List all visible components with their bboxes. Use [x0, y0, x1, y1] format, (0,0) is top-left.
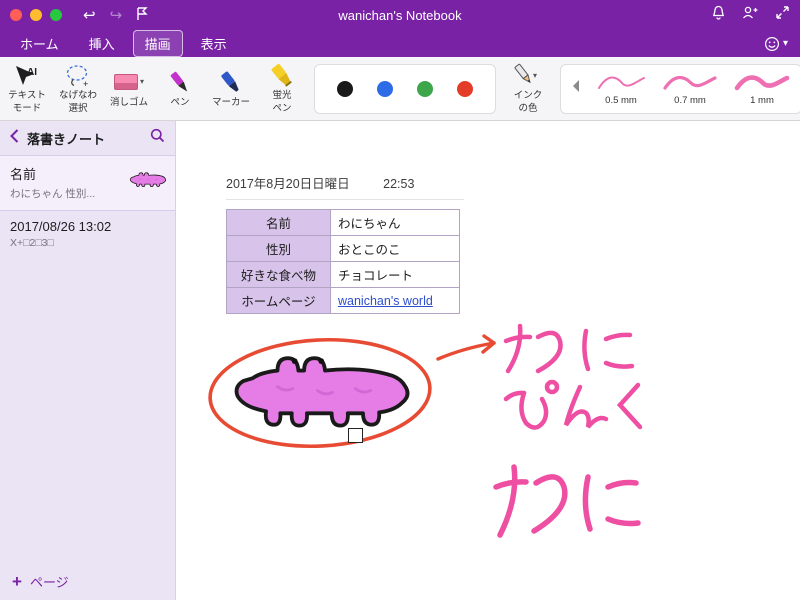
highlighter-icon	[267, 60, 296, 91]
pen-button[interactable]: ペン	[161, 69, 199, 109]
page-date-time: 2017年8月20日日曜日 22:53	[226, 173, 464, 200]
search-icon[interactable]	[150, 128, 165, 148]
crocodile-ink-drawing[interactable]	[204, 321, 534, 471]
color-swatch-red[interactable]	[457, 80, 473, 97]
lasso-icon: +	[64, 62, 92, 89]
text-cursor-icon: AI	[14, 62, 40, 89]
zoom-button[interactable]	[50, 9, 62, 21]
tab-insert[interactable]: 挿入	[77, 30, 127, 57]
back-chevron-icon[interactable]	[10, 128, 19, 148]
notifications-bell-icon[interactable]	[711, 5, 726, 26]
share-add-person-icon[interactable]	[742, 5, 759, 25]
handwriting-word-wani-1[interactable]	[494, 319, 654, 381]
redo-icon[interactable]: ↪	[110, 8, 123, 23]
handwriting-word-pinku[interactable]	[502, 377, 672, 449]
page-list: 名前 わにちゃん 性別... 2017/08/26 13:02 X+□2□3□	[0, 155, 175, 563]
note-canvas[interactable]: 2017年8月20日日曜日 22:53 名前 わにちゃん 性別 おとこのこ 好き…	[176, 121, 800, 600]
table-row: ホームページ wanichan's world	[226, 287, 460, 314]
notebook-title[interactable]: 落書きノート	[27, 129, 142, 148]
tab-view[interactable]: 表示	[189, 30, 239, 57]
add-page-button[interactable]: + ページ	[0, 563, 175, 600]
marker-button[interactable]: マーカー	[212, 69, 250, 109]
chevron-down-icon[interactable]: ▾	[140, 77, 144, 86]
ribbon-draw: AI テキスト モード + なげなわ 選択 ▾ 消しゴム ペン マーカー 蛍光 …	[0, 57, 800, 121]
page-time: 22:53	[383, 177, 415, 191]
color-swatch-green[interactable]	[417, 80, 433, 97]
customize-toolbar-icon[interactable]	[136, 6, 148, 24]
marker-icon	[217, 67, 245, 97]
color-swatch-black[interactable]	[337, 80, 353, 97]
homepage-link[interactable]: wanichan's world	[338, 294, 433, 308]
color-swatch-blue[interactable]	[377, 80, 393, 97]
page-list-item-selected[interactable]: 名前 わにちゃん 性別...	[0, 155, 175, 211]
undo-icon[interactable]: ↩	[83, 8, 96, 23]
table-row: 性別 おとこのこ	[226, 235, 460, 262]
tab-draw[interactable]: 描画	[132, 30, 183, 57]
profile-table[interactable]: 名前 わにちゃん 性別 おとこのこ 好きな食べ物 チョコレート ホームページ w…	[226, 209, 460, 314]
titlebar: ↩ ↪ wanichan's Notebook	[0, 0, 800, 30]
close-button[interactable]	[10, 9, 22, 21]
stroke-width-option-05[interactable]: 0.5 mm	[595, 72, 647, 106]
scroll-left-icon[interactable]	[571, 79, 581, 98]
page-list-item[interactable]: 2017/08/26 13:02 X+□2□3□	[0, 211, 175, 258]
lasso-select-button[interactable]: + なげなわ 選択	[59, 62, 97, 115]
tab-home[interactable]: ホーム	[8, 30, 71, 57]
ink-color-swatches	[314, 63, 496, 114]
eraser-icon	[113, 74, 138, 91]
eraser-button[interactable]: ▾ 消しゴム	[110, 69, 148, 109]
stroke-width-picker: 0.5 mm 0.7 mm 1 mm	[560, 63, 800, 114]
text-mode-button[interactable]: AI テキスト モード	[8, 62, 46, 115]
page-thumbnail-crocodile	[129, 172, 167, 188]
ribbon-tabbar: ホーム 挿入 描画 表示 ▾	[0, 30, 800, 57]
highlighter-button[interactable]: 蛍光 ペン	[263, 62, 301, 115]
pen-icon	[166, 67, 194, 97]
page-sidebar: 落書きノート 名前 わにちゃん 性別... 2017/08/26 13:02 X…	[0, 121, 176, 600]
plus-icon: +	[12, 572, 22, 591]
stroke-width-option-07[interactable]: 0.7 mm	[661, 72, 719, 106]
ink-color-button[interactable]: ▾ インク の色	[509, 62, 547, 115]
resize-handle[interactable]	[348, 428, 363, 443]
page-date: 2017年8月20日日曜日	[226, 177, 350, 191]
handwriting-word-wani-2[interactable]	[484, 457, 644, 547]
minimize-button[interactable]	[30, 9, 42, 21]
feedback-smiley-button[interactable]: ▾	[764, 36, 792, 52]
table-row: 好きな食べ物 チョコレート	[226, 261, 460, 288]
svg-text:+: +	[83, 79, 88, 88]
stroke-width-option-1[interactable]: 1 mm	[733, 72, 791, 106]
svg-text:AI: AI	[27, 67, 37, 78]
table-row: 名前 わにちゃん	[226, 209, 460, 236]
fullscreen-icon[interactable]	[775, 5, 790, 25]
window-controls	[10, 9, 62, 21]
chevron-down-icon: ▾	[782, 38, 788, 49]
